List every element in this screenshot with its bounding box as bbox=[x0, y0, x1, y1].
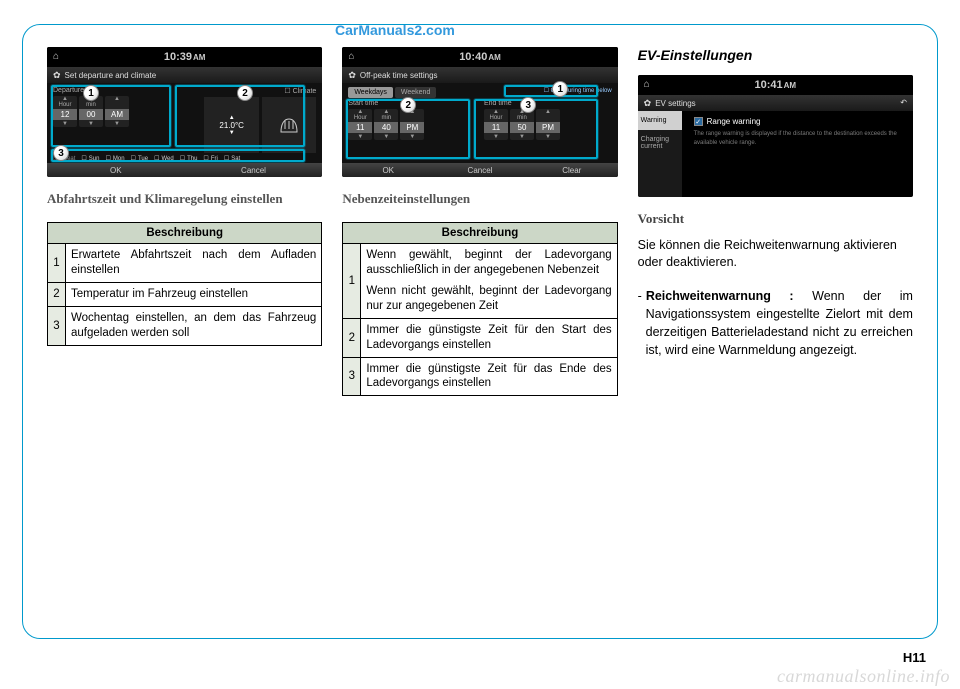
title-bar: ✿ Set departure and climate bbox=[47, 67, 322, 83]
gear-icon: ✿ bbox=[348, 70, 356, 81]
callout-3: 3 bbox=[53, 145, 69, 161]
status-time: 10:39 bbox=[164, 51, 192, 63]
status-time: 10:41 bbox=[755, 79, 783, 91]
title-bar: ✿ EV settings ↶ bbox=[638, 95, 913, 111]
ok-button[interactable]: OK bbox=[47, 166, 185, 175]
watermark-carmanuals: CarManuals2.com bbox=[335, 22, 455, 38]
table-col2: Beschreibung 1 Wenn gewählt, beginnt der… bbox=[342, 222, 617, 397]
bullet-range-warning: -Reichweitenwarnung : Wenn der im Naviga… bbox=[638, 287, 913, 360]
range-warning-checkbox[interactable]: ✓ Range warning bbox=[694, 117, 903, 126]
home-icon: ⌂ bbox=[644, 79, 650, 90]
screen-title: Set departure and climate bbox=[65, 71, 157, 80]
side-charging-current[interactable]: Charging current bbox=[638, 130, 682, 156]
home-icon: ⌂ bbox=[53, 51, 59, 62]
cancel-button[interactable]: Cancel bbox=[185, 166, 323, 175]
status-ampm: AM bbox=[193, 53, 205, 62]
caption-col1: Abfahrtszeit und Klimaregelung einstelle… bbox=[47, 191, 322, 208]
column-2: ⌂ 10:40 AM ✿ Off-peak time settings Week… bbox=[342, 47, 617, 618]
gear-icon: ✿ bbox=[53, 70, 61, 81]
table-row: 1 Wenn gewählt, beginnt der Ladevorgang … bbox=[343, 243, 617, 318]
column-1: ⌂ 10:39 AM ✿ Set departure and climate D… bbox=[47, 47, 322, 618]
title-bar: ✿ Off-peak time settings bbox=[342, 67, 617, 83]
back-icon[interactable]: ↶ bbox=[900, 98, 907, 107]
status-time: 10:40 bbox=[459, 51, 487, 63]
status-ampm: AM bbox=[488, 53, 500, 62]
ok-button[interactable]: OK bbox=[342, 166, 434, 175]
callout-2: 2 bbox=[237, 85, 253, 101]
side-warning[interactable]: Warning bbox=[638, 111, 682, 130]
clear-button[interactable]: Clear bbox=[526, 166, 618, 175]
table-row: 1Erwartete Abfahrtszeit nach dem Auflade… bbox=[48, 243, 322, 282]
table-row: 3Immer die günstigste Zeit für das Ende … bbox=[343, 357, 617, 396]
screenshot-offpeak: ⌂ 10:40 AM ✿ Off-peak time settings Week… bbox=[342, 47, 617, 177]
screen-title: Off-peak time settings bbox=[360, 71, 438, 80]
caption-col2: Nebenzeiteinstellungen bbox=[342, 191, 617, 208]
table-header: Beschreibung bbox=[48, 222, 322, 243]
table-col1: Beschreibung 1Erwartete Abfahrtszeit nac… bbox=[47, 222, 322, 346]
tab-weekdays[interactable]: Weekdays bbox=[348, 87, 393, 98]
table-row: 2Temperatur im Fahrzeug einstellen bbox=[48, 282, 322, 306]
footer-watermark: carmanualsonline.info bbox=[777, 666, 950, 687]
column-3: EV-Einstellungen ⌂ 10:41 AM ✿ EV setting… bbox=[638, 47, 913, 618]
home-icon: ⌂ bbox=[348, 51, 354, 62]
callout-1: 1 bbox=[83, 85, 99, 101]
page-frame: ⌂ 10:39 AM ✿ Set departure and climate D… bbox=[22, 24, 938, 639]
screen-title: EV settings bbox=[655, 99, 695, 108]
table-row: 3Wochentag einstellen, an dem das Fahrze… bbox=[48, 306, 322, 345]
subhead-vorsicht: Vorsicht bbox=[638, 211, 913, 227]
status-bar: ⌂ 10:39 AM bbox=[47, 47, 322, 67]
page-number: H11 bbox=[903, 650, 926, 665]
para-activate: Sie können die Reichweitenwarnung aktivi… bbox=[638, 237, 913, 271]
status-bar: ⌂ 10:40 AM bbox=[342, 47, 617, 67]
cancel-button[interactable]: Cancel bbox=[434, 166, 526, 175]
status-bar: ⌂ 10:41 AM bbox=[638, 75, 913, 95]
heading-ev-settings: EV-Einstellungen bbox=[638, 47, 913, 63]
table-row: 2Immer die günstigste Zeit für den Start… bbox=[343, 318, 617, 357]
table-header: Beschreibung bbox=[343, 222, 617, 243]
gear-icon: ✿ bbox=[644, 98, 652, 109]
status-ampm: AM bbox=[784, 81, 796, 90]
screenshot-departure-climate: ⌂ 10:39 AM ✿ Set departure and climate D… bbox=[47, 47, 322, 177]
screenshot-ev-settings: ⌂ 10:41 AM ✿ EV settings ↶ Warning Charg… bbox=[638, 75, 913, 197]
tab-weekend[interactable]: Weekend bbox=[395, 87, 436, 98]
range-warning-desc: The range warning is displayed if the di… bbox=[694, 130, 903, 148]
